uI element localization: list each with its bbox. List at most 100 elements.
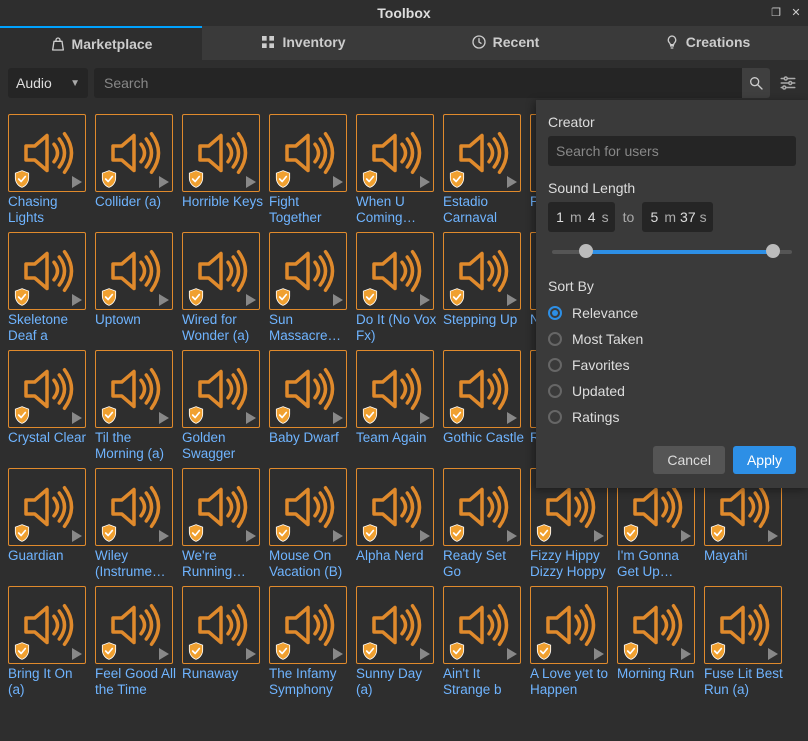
asset-thumbnail[interactable] [182, 586, 260, 664]
play-icon[interactable] [507, 530, 517, 542]
asset-card[interactable]: Morning Run [617, 586, 700, 698]
asset-thumbnail[interactable] [182, 114, 260, 192]
asset-card[interactable]: Collider (a) [95, 114, 178, 226]
asset-thumbnail[interactable] [8, 586, 86, 664]
asset-thumbnail[interactable] [356, 114, 434, 192]
play-icon[interactable] [594, 648, 604, 660]
asset-thumbnail[interactable] [95, 114, 173, 192]
asset-card[interactable]: Fuse Lit Best Run (a) [704, 586, 787, 698]
length-range-slider[interactable] [552, 242, 792, 262]
filter-toggle-button[interactable] [776, 68, 800, 98]
asset-thumbnail[interactable] [443, 468, 521, 546]
play-icon[interactable] [594, 530, 604, 542]
asset-card[interactable]: Runaway [182, 586, 265, 698]
asset-card[interactable]: Ain't It Strange b [443, 586, 526, 698]
asset-thumbnail[interactable] [443, 586, 521, 664]
asset-card[interactable]: Chasing Lights [8, 114, 91, 226]
asset-thumbnail[interactable] [356, 350, 434, 428]
asset-card[interactable]: Golden Swagger [182, 350, 265, 462]
play-icon[interactable] [333, 176, 343, 188]
asset-card[interactable]: Horrible Keys [182, 114, 265, 226]
play-icon[interactable] [507, 294, 517, 306]
asset-thumbnail[interactable] [95, 586, 173, 664]
asset-card[interactable]: Ready Set Go [443, 468, 526, 580]
restore-icon[interactable]: ❐ [768, 4, 784, 20]
asset-thumbnail[interactable] [182, 350, 260, 428]
asset-card[interactable]: The Infamy Symphony [269, 586, 352, 698]
asset-thumbnail[interactable] [95, 232, 173, 310]
play-icon[interactable] [333, 648, 343, 660]
play-icon[interactable] [420, 648, 430, 660]
asset-card[interactable]: Wired for Wonder (a) [182, 232, 265, 344]
asset-thumbnail[interactable] [269, 232, 347, 310]
asset-thumbnail[interactable] [8, 468, 86, 546]
play-icon[interactable] [420, 294, 430, 306]
play-icon[interactable] [507, 412, 517, 424]
asset-card[interactable]: Skeletone Deaf a [8, 232, 91, 344]
play-icon[interactable] [420, 412, 430, 424]
play-icon[interactable] [246, 176, 256, 188]
close-icon[interactable]: ✕ [788, 4, 804, 20]
sort-option[interactable]: Ratings [548, 404, 796, 430]
category-dropdown[interactable]: Audio ▼ [8, 68, 88, 98]
sort-option[interactable]: Relevance [548, 300, 796, 326]
asset-thumbnail[interactable] [8, 232, 86, 310]
play-icon[interactable] [72, 530, 82, 542]
play-icon[interactable] [333, 294, 343, 306]
play-icon[interactable] [333, 412, 343, 424]
play-icon[interactable] [507, 648, 517, 660]
asset-card[interactable]: Guardian [8, 468, 91, 580]
play-icon[interactable] [681, 530, 691, 542]
asset-card[interactable]: Bring It On (a) [8, 586, 91, 698]
asset-card[interactable]: Gothic Castle [443, 350, 526, 462]
asset-thumbnail[interactable] [8, 350, 86, 428]
asset-thumbnail[interactable] [617, 586, 695, 664]
asset-thumbnail[interactable] [269, 586, 347, 664]
asset-card[interactable]: Estadio Carnaval [443, 114, 526, 226]
asset-card[interactable]: Feel Good All the Time [95, 586, 178, 698]
play-icon[interactable] [159, 176, 169, 188]
asset-thumbnail[interactable] [95, 468, 173, 546]
asset-thumbnail[interactable] [530, 586, 608, 664]
tab-marketplace[interactable]: Marketplace [0, 26, 202, 60]
creator-search-input[interactable] [548, 136, 796, 166]
slider-knob-right[interactable] [766, 244, 780, 258]
asset-thumbnail[interactable] [443, 114, 521, 192]
asset-thumbnail[interactable] [443, 350, 521, 428]
asset-card[interactable]: Til the Morning (a) [95, 350, 178, 462]
asset-card[interactable]: Crystal Clear [8, 350, 91, 462]
play-icon[interactable] [246, 530, 256, 542]
asset-card[interactable]: Baby Dwarf [269, 350, 352, 462]
play-icon[interactable] [159, 294, 169, 306]
play-icon[interactable] [333, 530, 343, 542]
play-icon[interactable] [72, 412, 82, 424]
asset-card[interactable]: Uptown [95, 232, 178, 344]
play-icon[interactable] [507, 176, 517, 188]
tab-recent[interactable]: Recent [404, 26, 606, 60]
play-icon[interactable] [159, 412, 169, 424]
length-from-input[interactable]: 1 m 4 s [548, 202, 615, 232]
asset-card[interactable]: Team Again [356, 350, 439, 462]
asset-thumbnail[interactable] [182, 468, 260, 546]
play-icon[interactable] [768, 648, 778, 660]
asset-card[interactable]: Mouse On Vacation (B) [269, 468, 352, 580]
asset-card[interactable]: Stepping Up [443, 232, 526, 344]
play-icon[interactable] [246, 648, 256, 660]
asset-card[interactable]: Fight Together [269, 114, 352, 226]
play-icon[interactable] [159, 648, 169, 660]
play-icon[interactable] [72, 294, 82, 306]
asset-card[interactable]: When U Coming… [356, 114, 439, 226]
asset-thumbnail[interactable] [269, 114, 347, 192]
play-icon[interactable] [159, 530, 169, 542]
length-to-input[interactable]: 5 m 37 s [642, 202, 712, 232]
search-button[interactable] [742, 68, 770, 98]
play-icon[interactable] [420, 530, 430, 542]
asset-card[interactable]: A Love yet to Happen [530, 586, 613, 698]
asset-card[interactable]: Wiley (Instrume… [95, 468, 178, 580]
asset-thumbnail[interactable] [704, 586, 782, 664]
sort-option[interactable]: Updated [548, 378, 796, 404]
sort-option[interactable]: Favorites [548, 352, 796, 378]
asset-thumbnail[interactable] [356, 232, 434, 310]
play-icon[interactable] [72, 176, 82, 188]
asset-card[interactable]: We're Running… [182, 468, 265, 580]
